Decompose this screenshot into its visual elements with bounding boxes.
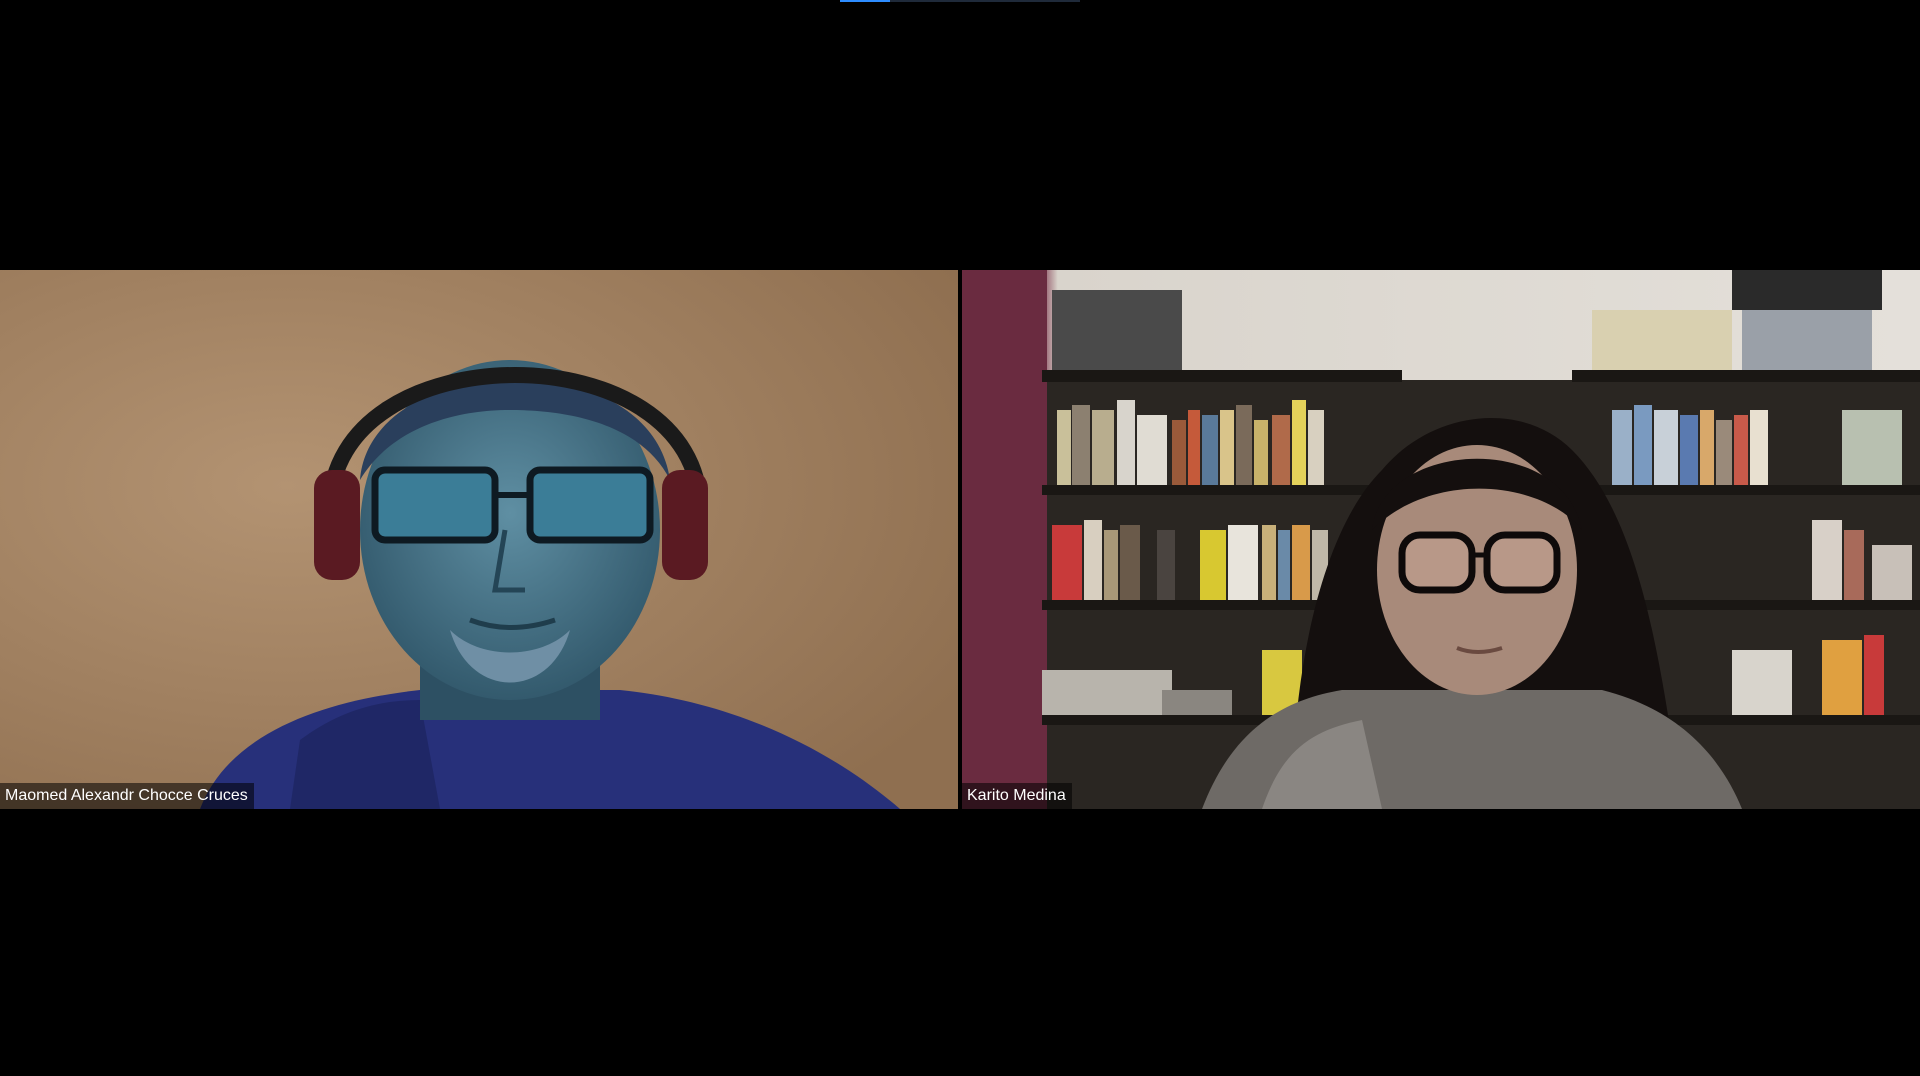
participant-video-tile-2[interactable]: Karito Medina (962, 270, 1920, 809)
participant-video-tile-1[interactable]: Maomed Alexandr Chocce Cruces (0, 270, 958, 809)
participant-video-feed-1 (0, 270, 958, 809)
share-indicator-bar (840, 0, 1080, 2)
participant-name-tag-2: Karito Medina (962, 783, 1072, 809)
video-meeting-stage: Maomed Alexandr Chocce Cruces Karito Med… (0, 0, 1920, 1076)
share-indicator-accent (840, 0, 890, 2)
participant-name-tag-1: Maomed Alexandr Chocce Cruces (0, 783, 254, 809)
participant-video-feed-2 (962, 270, 1920, 809)
